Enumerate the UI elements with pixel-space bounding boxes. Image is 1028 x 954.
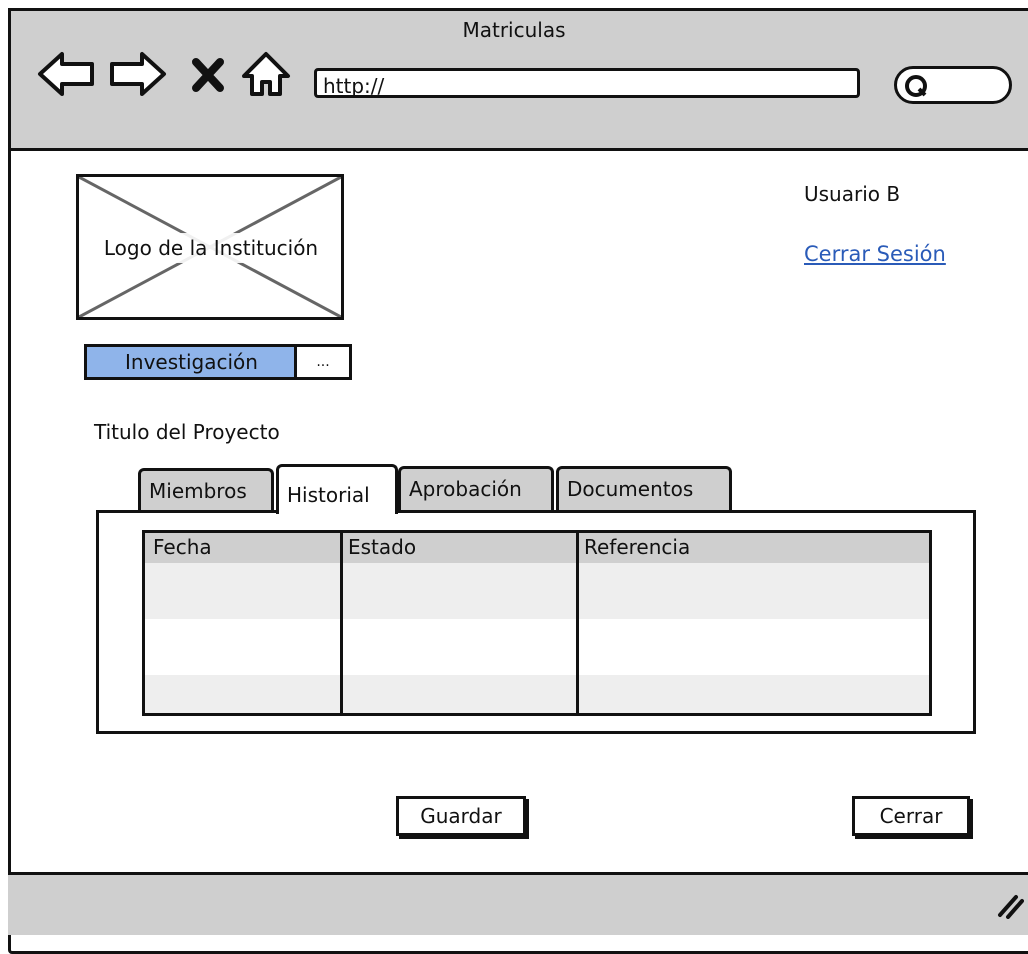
section-more-button[interactable]: ... [294,344,352,380]
project-title: Titulo del Proyecto [94,420,280,444]
tab-aprobacion[interactable]: Aprobación [398,466,554,510]
table-row[interactable] [145,675,929,713]
url-input[interactable]: http:// [314,68,860,98]
column-header-fecha[interactable]: Fecha [153,535,212,559]
status-bar [8,872,1028,935]
section-investigacion-button[interactable]: Investigación [84,344,296,380]
user-name: Usuario B [804,182,901,206]
window-title: Matriculas [462,18,566,42]
history-table: Fecha Estado Referencia [142,530,932,716]
home-icon[interactable] [238,48,294,100]
column-divider [340,533,343,713]
table-row[interactable] [145,619,929,675]
forward-arrow-icon[interactable] [106,48,170,100]
tab-historial[interactable]: Historial [276,464,398,514]
logout-link[interactable]: Cerrar Sesión [804,242,946,266]
close-button[interactable]: Cerrar [852,796,970,836]
resize-grip-icon[interactable] [994,889,1024,919]
table-header [145,533,929,563]
column-header-referencia[interactable]: Referencia [584,535,690,559]
column-divider [576,533,579,713]
tab-documentos[interactable]: Documentos [556,466,732,510]
browser-search-field[interactable] [894,66,1012,104]
tab-miembros[interactable]: Miembros [138,468,274,512]
logo-label: Logo de la Institución [83,233,339,263]
back-arrow-icon[interactable] [34,48,98,100]
close-x-icon[interactable] [186,48,230,100]
column-header-estado[interactable]: Estado [348,535,416,559]
save-button[interactable]: Guardar [396,796,526,836]
table-row[interactable] [145,563,929,619]
institution-logo: Logo de la Institución [76,174,344,320]
search-icon [905,75,927,97]
